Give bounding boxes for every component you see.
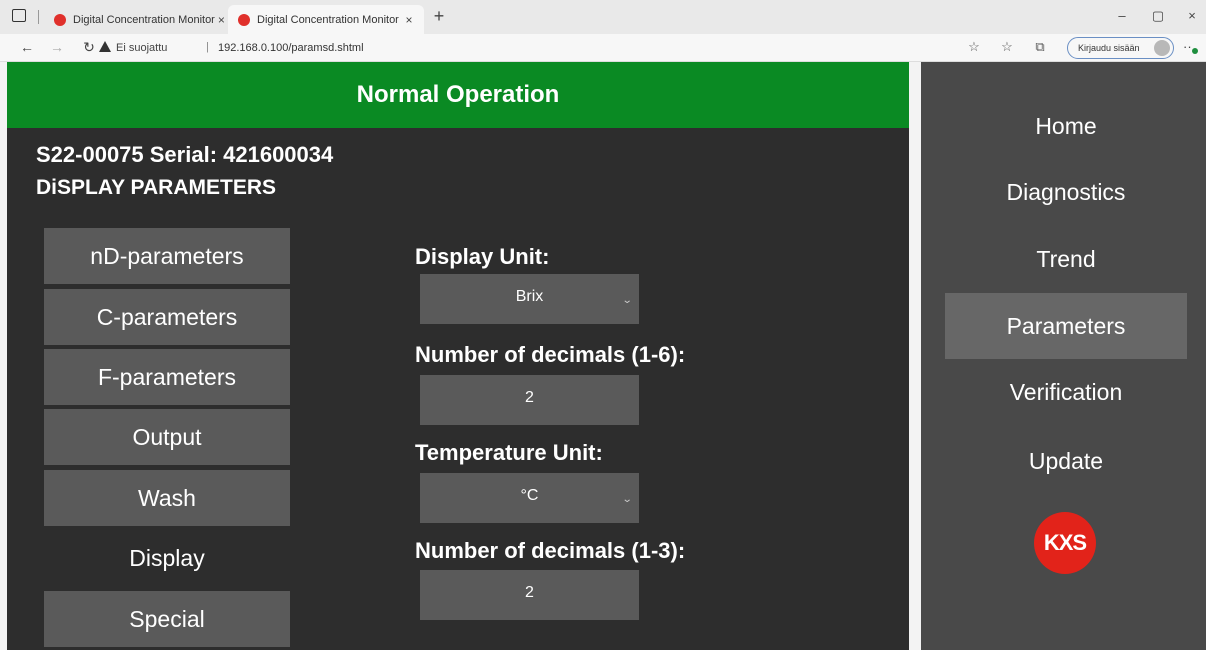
chevron-down-icon: ⌄	[621, 295, 633, 306]
decimals-input[interactable]: 2	[420, 375, 639, 425]
collections-icon[interactable]: ⧉	[1031, 39, 1049, 55]
sidebar-item-trend[interactable]: Trend	[945, 226, 1187, 292]
chevron-down-icon: ⌄	[621, 494, 633, 505]
display-unit-label: Display Unit:	[415, 244, 550, 269]
sidebar-item-diagnostics[interactable]: Diagnostics	[945, 159, 1187, 225]
site-favicon-icon	[238, 13, 250, 26]
security-status[interactable]: Ei suojattu	[116, 42, 167, 54]
temperature-unit-value: °C	[520, 487, 539, 504]
panel-divider	[909, 62, 921, 650]
tab-title: Digital Concentration Monitor	[73, 13, 215, 26]
maximize-icon[interactable]: ▢	[1148, 8, 1168, 24]
tab-title: Digital Concentration Monitor	[257, 13, 399, 26]
temperature-unit-label: Temperature Unit:	[415, 440, 603, 465]
sidebar-nav: Home Diagnostics Trend Parameters Verifi…	[921, 62, 1206, 650]
not-secure-warning-icon[interactable]	[99, 41, 111, 52]
url-field[interactable]: 192.168.0.100/paramsd.shtml	[218, 42, 364, 54]
display-button[interactable]: Display	[44, 530, 290, 586]
temperature-unit-select[interactable]: °C ⌄	[420, 473, 639, 523]
browser-tab-2-active[interactable]: Digital Concentration Monitor ×	[228, 5, 424, 34]
sidebar-item-verification[interactable]: Verification	[945, 359, 1187, 425]
address-bar: ← → ↻ Ei suojattu | 192.168.0.100/params…	[0, 34, 1206, 62]
favorites-icon[interactable]: ☆	[998, 39, 1016, 55]
sidebar-item-parameters[interactable]: Parameters	[945, 293, 1187, 359]
device-id: S22-00075 Serial: 421600034	[36, 142, 334, 167]
site-favicon-icon	[54, 13, 66, 26]
profile-avatar-icon	[1154, 40, 1170, 56]
wash-button[interactable]: Wash	[44, 470, 290, 526]
display-unit-select[interactable]: Brix ⌄	[420, 274, 639, 324]
tab-actions-icon[interactable]	[12, 9, 26, 22]
logo-text: KXS	[1043, 530, 1087, 555]
minimize-icon[interactable]: –	[1112, 8, 1132, 23]
display-unit-value: Brix	[515, 288, 544, 305]
web-page: Normal Operation S22-00075 Serial: 42160…	[7, 62, 1206, 650]
page-title: DiSPLAY PARAMETERS	[36, 176, 276, 199]
url-separator: |	[206, 41, 209, 53]
status-text: Normal Operation	[356, 81, 560, 108]
signin-label: Kirjaudu sisään	[1078, 43, 1140, 53]
signin-button[interactable]: Kirjaudu sisään	[1067, 37, 1174, 59]
main-panel: Normal Operation S22-00075 Serial: 42160…	[7, 62, 909, 650]
special-button[interactable]: Special	[44, 591, 290, 647]
browser-tab-bar: Digital Concentration Monitor × Digital …	[0, 0, 1206, 34]
tab-divider	[38, 10, 39, 24]
new-tab-button[interactable]: +	[428, 6, 450, 27]
temperature-decimals-value: 2	[525, 584, 534, 601]
sidebar-item-home[interactable]: Home	[945, 93, 1187, 159]
back-icon[interactable]: ←	[18, 39, 36, 55]
close-window-icon[interactable]: ×	[1182, 8, 1202, 23]
tab-close-icon[interactable]: ×	[215, 13, 228, 27]
tab-close-icon[interactable]: ×	[400, 13, 418, 27]
nd-parameters-button[interactable]: nD-parameters	[44, 228, 290, 284]
status-banner: Normal Operation	[7, 62, 909, 128]
decimals-value: 2	[525, 389, 534, 406]
forward-icon[interactable]: →	[48, 39, 66, 55]
kxs-logo: KXS	[1034, 512, 1096, 574]
f-parameters-button[interactable]: F-parameters	[44, 349, 290, 405]
sidebar-item-update[interactable]: Update	[945, 428, 1187, 494]
browser-tab-1[interactable]: Digital Concentration Monitor ×	[44, 5, 234, 34]
decimals-label: Number of decimals (1-6):	[415, 342, 686, 367]
temperature-decimals-label: Number of decimals (1-3):	[415, 538, 686, 563]
temperature-decimals-input[interactable]: 2	[420, 570, 639, 620]
output-button[interactable]: Output	[44, 409, 290, 465]
update-indicator-icon	[1192, 48, 1198, 54]
c-parameters-button[interactable]: C-parameters	[44, 289, 290, 345]
read-aloud-icon[interactable]: ☆	[965, 39, 983, 55]
reload-icon[interactable]: ↻	[80, 39, 98, 56]
more-menu-icon[interactable]: ··	[1183, 39, 1192, 54]
